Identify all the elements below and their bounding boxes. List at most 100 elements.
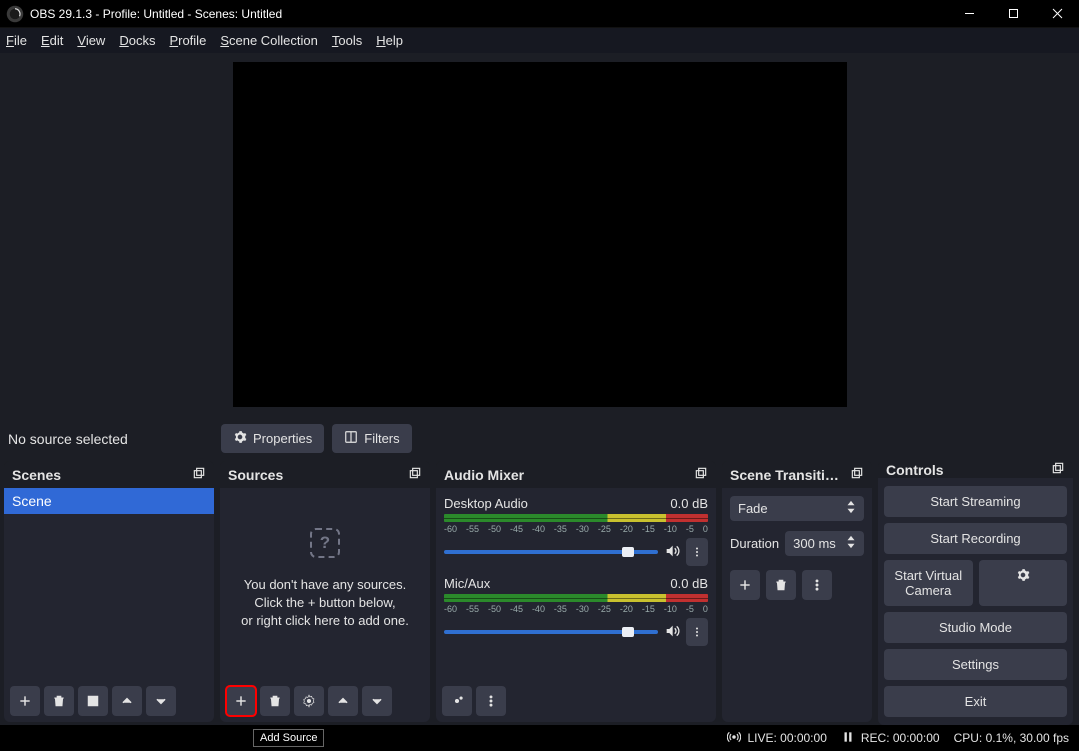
- filters-label: Filters: [364, 431, 399, 446]
- virtual-camera-settings-button[interactable]: [979, 560, 1068, 606]
- duration-input[interactable]: 300 ms: [785, 531, 864, 556]
- source-toolbar: No source selected Properties Filters: [0, 416, 1079, 461]
- app-icon: [6, 5, 24, 23]
- channel-db: 0.0 dB: [670, 576, 708, 591]
- volume-slider[interactable]: [444, 630, 658, 634]
- transition-menu-button[interactable]: [802, 570, 832, 600]
- mixer-advanced-button[interactable]: [442, 686, 472, 716]
- preview-area: [0, 53, 1079, 416]
- duration-value: 300 ms: [793, 536, 836, 551]
- menu-view[interactable]: View: [77, 33, 105, 48]
- remove-scene-button[interactable]: [44, 686, 74, 716]
- sources-empty-line2: Click the + button below,: [232, 594, 418, 612]
- audio-channel: Mic/Aux 0.0 dB -60-55-50-45-40-35-30-25-2…: [444, 576, 708, 646]
- channel-menu-button[interactable]: [686, 618, 708, 646]
- menubar: File Edit View Docks Profile Scene Colle…: [0, 27, 1079, 53]
- transition-select[interactable]: Fade: [730, 496, 864, 521]
- source-up-button[interactable]: [328, 686, 358, 716]
- maximize-button[interactable]: [991, 0, 1035, 27]
- popout-icon[interactable]: [192, 466, 206, 483]
- menu-scene-collection[interactable]: Scene Collection: [220, 33, 318, 48]
- audio-mixer-dock: Audio Mixer Desktop Audio 0.0 dB -60-55-5…: [436, 461, 716, 722]
- rec-label: REC: 00:00:00: [861, 731, 940, 745]
- start-virtual-camera-button[interactable]: Start Virtual Camera: [884, 560, 973, 606]
- mixer-menu-button[interactable]: [476, 686, 506, 716]
- add-scene-button[interactable]: [10, 686, 40, 716]
- gear-icon: [233, 430, 247, 447]
- slider-thumb[interactable]: [622, 547, 634, 557]
- no-source-label: No source selected: [8, 431, 213, 447]
- properties-button[interactable]: Properties: [221, 424, 324, 453]
- settings-button[interactable]: Settings: [884, 649, 1067, 680]
- audio-meter: [444, 594, 708, 602]
- start-recording-button[interactable]: Start Recording: [884, 523, 1067, 554]
- popout-icon[interactable]: [1051, 461, 1065, 478]
- menu-help[interactable]: Help: [376, 33, 403, 48]
- start-streaming-button[interactable]: Start Streaming: [884, 486, 1067, 517]
- sources-empty-state: ? You don't have any sources. Click the …: [220, 488, 430, 630]
- volume-slider[interactable]: [444, 550, 658, 554]
- pause-icon: [841, 730, 855, 747]
- audio-ticks: -60-55-50-45-40-35-30-25-20-15-10-50: [444, 604, 708, 614]
- filters-icon: [344, 430, 358, 447]
- popout-icon[interactable]: [694, 466, 708, 483]
- popout-icon[interactable]: [408, 466, 422, 483]
- titlebar: OBS 29.1.3 - Profile: Untitled - Scenes:…: [0, 0, 1079, 27]
- exit-button[interactable]: Exit: [884, 686, 1067, 717]
- studio-mode-button[interactable]: Studio Mode: [884, 612, 1067, 643]
- transitions-title: Scene Transiti…: [730, 467, 839, 483]
- statusbar: LIVE: 00:00:00 REC: 00:00:00 CPU: 0.1%, …: [0, 725, 1079, 751]
- scene-up-button[interactable]: [112, 686, 142, 716]
- channel-name: Desktop Audio: [444, 496, 528, 511]
- menu-file[interactable]: File: [6, 33, 27, 48]
- status-cpu: CPU: 0.1%, 30.00 fps: [954, 731, 1069, 745]
- scene-down-button[interactable]: [146, 686, 176, 716]
- channel-db: 0.0 dB: [670, 496, 708, 511]
- audio-ticks: -60-55-50-45-40-35-30-25-20-15-10-50: [444, 524, 708, 534]
- preview-canvas[interactable]: [233, 62, 847, 407]
- transition-selected: Fade: [738, 501, 768, 516]
- sources-dock: Sources ? You don't have any sources. Cl…: [220, 461, 430, 722]
- source-properties-button[interactable]: [294, 686, 324, 716]
- controls-title: Controls: [886, 462, 944, 478]
- scenes-title: Scenes: [12, 467, 61, 483]
- minimize-button[interactable]: [947, 0, 991, 27]
- speaker-icon[interactable]: [664, 623, 680, 642]
- channel-name: Mic/Aux: [444, 576, 490, 591]
- controls-dock: Controls Start Streaming Start Recording…: [878, 461, 1073, 722]
- source-down-button[interactable]: [362, 686, 392, 716]
- add-transition-button[interactable]: [730, 570, 760, 600]
- remove-source-button[interactable]: [260, 686, 290, 716]
- transitions-dock: Scene Transiti… Fade Duration 300 ms: [722, 461, 872, 722]
- properties-label: Properties: [253, 431, 312, 446]
- menu-profile[interactable]: Profile: [169, 33, 206, 48]
- spinner-icon: [846, 500, 856, 517]
- speaker-icon[interactable]: [664, 543, 680, 562]
- status-rec: REC: 00:00:00: [841, 730, 940, 747]
- channel-menu-button[interactable]: [686, 538, 708, 566]
- status-live: LIVE: 00:00:00: [727, 730, 826, 747]
- audio-channel: Desktop Audio 0.0 dB -60-55-50-45-40-35-3…: [444, 496, 708, 566]
- add-source-tooltip: Add Source: [253, 729, 324, 747]
- slider-thumb[interactable]: [622, 627, 634, 637]
- menu-edit[interactable]: Edit: [41, 33, 63, 48]
- scenes-dock: Scenes Scene: [4, 461, 214, 722]
- remove-transition-button[interactable]: [766, 570, 796, 600]
- add-source-button[interactable]: [226, 686, 256, 716]
- popout-icon[interactable]: [850, 466, 864, 483]
- spinner-icon: [846, 535, 856, 552]
- live-label: LIVE: 00:00:00: [747, 731, 826, 745]
- scene-item[interactable]: Scene: [4, 488, 214, 514]
- cpu-label: CPU: 0.1%, 30.00 fps: [954, 731, 1069, 745]
- mixer-title: Audio Mixer: [444, 467, 524, 483]
- scene-filter-button[interactable]: [78, 686, 108, 716]
- audio-meter: [444, 514, 708, 522]
- window-title: OBS 29.1.3 - Profile: Untitled - Scenes:…: [30, 7, 282, 21]
- question-icon: ?: [310, 528, 340, 558]
- close-button[interactable]: [1035, 0, 1079, 27]
- sources-empty-line3: or right click here to add one.: [232, 612, 418, 630]
- broadcast-icon: [727, 730, 741, 747]
- menu-tools[interactable]: Tools: [332, 33, 362, 48]
- menu-docks[interactable]: Docks: [119, 33, 155, 48]
- filters-button[interactable]: Filters: [332, 424, 411, 453]
